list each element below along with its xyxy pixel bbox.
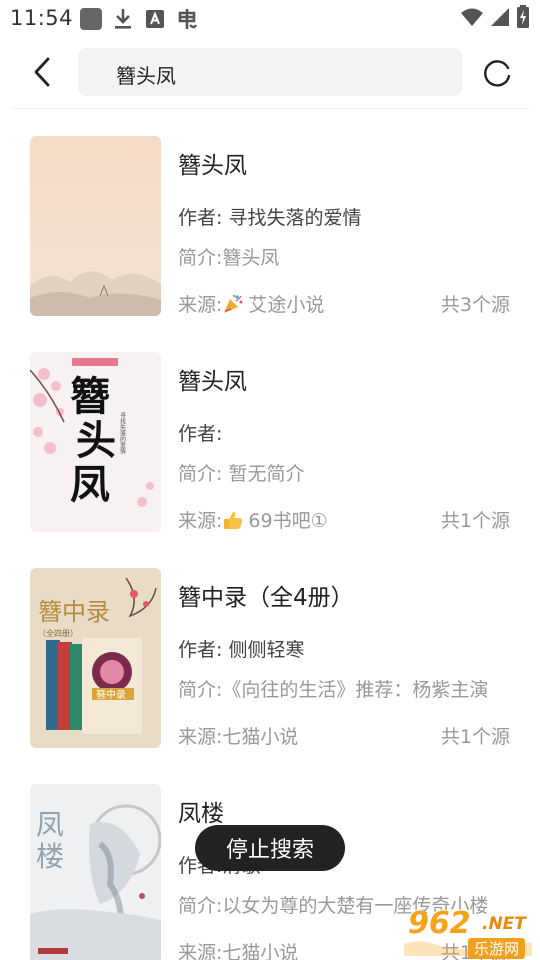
header-divider xyxy=(10,108,530,109)
book-cover: 凤楼 xyxy=(30,784,161,960)
back-button[interactable] xyxy=(24,54,60,90)
source-prefix: 来源: xyxy=(178,510,223,532)
cover-calligraphy: 凤楼 xyxy=(36,808,64,873)
source-name: 艾途小说 xyxy=(248,294,325,316)
status-system-icons xyxy=(460,5,530,33)
book-source: 来源: 七猫小说 xyxy=(178,722,298,749)
refresh-button[interactable] xyxy=(478,54,516,92)
book-intro: 简介: 暂无简介 xyxy=(178,463,305,485)
book-title: 凤楼 xyxy=(178,801,224,827)
source-prefix: 来源: xyxy=(178,294,223,316)
cover-title-text: 簪中录 xyxy=(38,598,110,626)
book-source: 来源: 69书吧① xyxy=(178,506,328,533)
source-count[interactable]: 共1个源 xyxy=(441,722,510,749)
bug-icon xyxy=(176,7,198,31)
status-time: 11:54 xyxy=(10,6,74,30)
source-prefix: 来源: xyxy=(178,726,223,748)
book-intro: 简介:《向往的生活》推荐：杨紫主演 xyxy=(178,679,489,701)
status-bar: 11:54 xyxy=(0,0,540,38)
source-name: 七猫小说 xyxy=(222,942,299,960)
cover-calligraphy: 簪头凤 xyxy=(70,373,116,508)
party-popper-icon xyxy=(222,293,244,315)
watermark-net: .NET xyxy=(482,914,526,934)
source-count[interactable]: 共1个源 xyxy=(441,506,510,533)
source-name: 七猫小说 xyxy=(222,726,299,748)
source-prefix: 来源: xyxy=(178,942,223,960)
thumbs-up-icon xyxy=(222,509,244,531)
watermark-sub: 乐游网 xyxy=(468,938,526,959)
result-item[interactable]: 簪头凤 寻找失落的爱情 簪头凤 作者: 简介: 暂无简介 来源: 69书吧① 共… xyxy=(0,352,540,568)
book-intro: 简介:簪头凤 xyxy=(178,247,280,269)
book-author: 作者: xyxy=(178,423,223,445)
site-watermark-logo: 962 .NET 乐游网 xyxy=(400,906,536,959)
signal-icon xyxy=(490,7,510,31)
book-source: 来源: 七猫小说 xyxy=(178,938,298,960)
wifi-icon xyxy=(460,7,484,31)
book-title: 簪头凤 xyxy=(178,369,247,395)
book-title: 簪头凤 xyxy=(178,153,247,179)
book-cover xyxy=(30,136,161,316)
watermark-big: 962 xyxy=(408,906,471,941)
cover-small-text: 寻找失落的爱情 xyxy=(119,412,126,455)
refresh-loading-icon xyxy=(484,60,511,87)
book-author: 作者: 寻找失落的爱情 xyxy=(178,207,362,229)
download-icon xyxy=(112,7,134,31)
battery-charging-icon xyxy=(516,5,530,33)
result-item[interactable]: 簪中录 （全四册） 簪中录 簪中录（全4册） 作者: 侧侧轻寒 简介:《向往的生… xyxy=(0,568,540,784)
search-query-text[interactable]: 簪头凤 xyxy=(116,60,176,89)
book-cover: 簪头凤 寻找失落的爱情 xyxy=(30,352,161,532)
chevron-left-icon xyxy=(34,57,50,87)
book-cover: 簪中录 （全四册） 簪中录 xyxy=(30,568,161,748)
book-author: 作者: 侧侧轻寒 xyxy=(178,639,305,661)
cover-box-label: 簪中录 xyxy=(96,688,126,701)
stop-search-button[interactable]: 停止搜索 xyxy=(195,825,345,871)
source-name: 69书吧① xyxy=(248,510,328,532)
search-toolbar: 簪头凤 xyxy=(0,46,540,98)
cover-sub-text: （全四册） xyxy=(38,628,78,638)
a-letter-icon xyxy=(144,7,166,31)
search-input[interactable]: 簪头凤 xyxy=(78,48,462,96)
source-count[interactable]: 共3个源 xyxy=(441,290,510,317)
book-title: 簪中录（全4册） xyxy=(178,585,354,611)
book-source: 来源: 艾途小说 xyxy=(178,290,324,317)
app-square-icon xyxy=(80,8,102,30)
status-notification-icons xyxy=(80,6,198,32)
result-item[interactable]: 簪头凤 作者: 寻找失落的爱情 简介:簪头凤 来源: 艾途小说 共3个源 xyxy=(0,136,540,352)
